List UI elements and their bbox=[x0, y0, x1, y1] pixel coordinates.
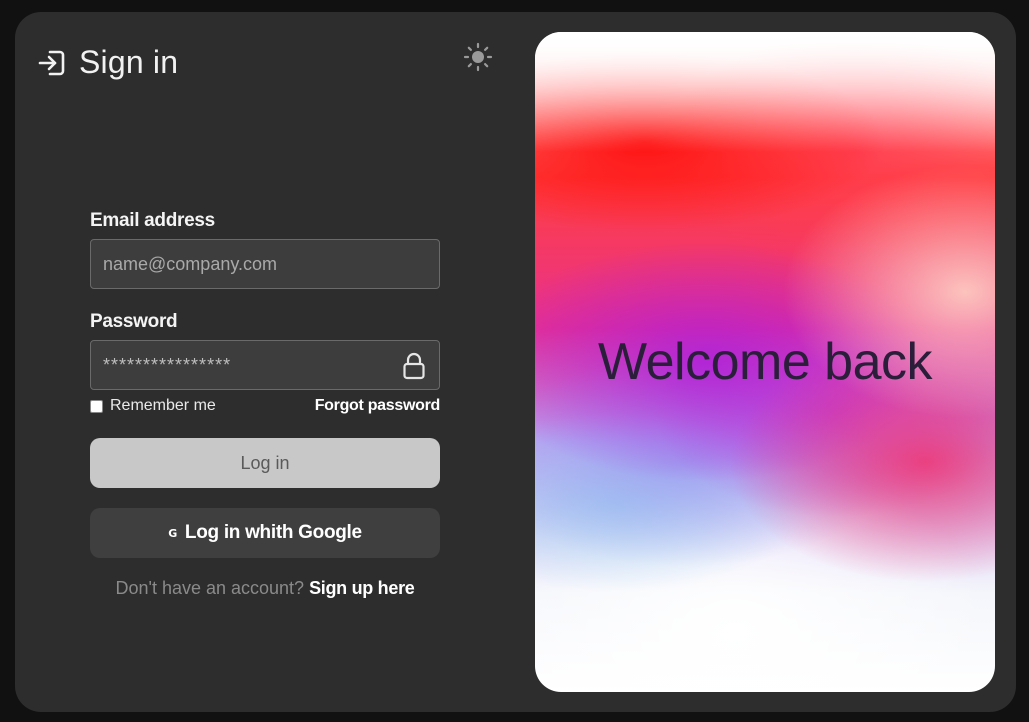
login-button-label: Log in bbox=[240, 452, 290, 473]
sign-in-form: Email address Password Remember me Forgo… bbox=[90, 210, 440, 599]
sign-in-icon bbox=[37, 48, 67, 78]
hero-gradient-overlay bbox=[535, 32, 995, 152]
google-login-label: Log in whith Google bbox=[184, 522, 362, 543]
welcome-heading: Welcome back bbox=[597, 333, 933, 391]
remember-forgot-row: Remember me Forgot password bbox=[90, 397, 440, 415]
signup-prompt-row: Don't have an account? Sign up here bbox=[90, 578, 440, 599]
google-g-icon: G bbox=[168, 526, 177, 540]
password-label: Password bbox=[90, 311, 178, 332]
remember-me-label: Remember me bbox=[110, 397, 216, 414]
signup-prompt-text: Don't have an account? bbox=[115, 578, 310, 598]
header: Sign in bbox=[37, 44, 178, 81]
sign-in-card: Sign in Email address name@company.com P… bbox=[15, 12, 1016, 712]
password-field[interactable] bbox=[91, 341, 439, 389]
password-field-wrapper bbox=[90, 340, 440, 390]
forgot-password-link[interactable]: Forgot password bbox=[315, 397, 441, 415]
login-button[interactable]: Log in bbox=[90, 438, 440, 488]
welcome-hero-image: Welcome back bbox=[535, 32, 995, 692]
sun-icon bbox=[463, 42, 493, 77]
email-field-wrapper bbox=[90, 239, 440, 289]
email-label: Email address bbox=[90, 210, 215, 231]
remember-me-toggle[interactable]: Remember me bbox=[90, 397, 216, 415]
lock-icon[interactable] bbox=[401, 352, 427, 380]
page-title: Sign in bbox=[79, 44, 179, 80]
theme-toggle-button[interactable] bbox=[463, 42, 493, 77]
remember-me-checkbox[interactable] bbox=[90, 399, 103, 413]
email-field[interactable] bbox=[91, 240, 439, 288]
signup-link[interactable]: Sign up here bbox=[309, 578, 415, 598]
google-login-button[interactable]: G Log in whith Google bbox=[90, 508, 440, 558]
